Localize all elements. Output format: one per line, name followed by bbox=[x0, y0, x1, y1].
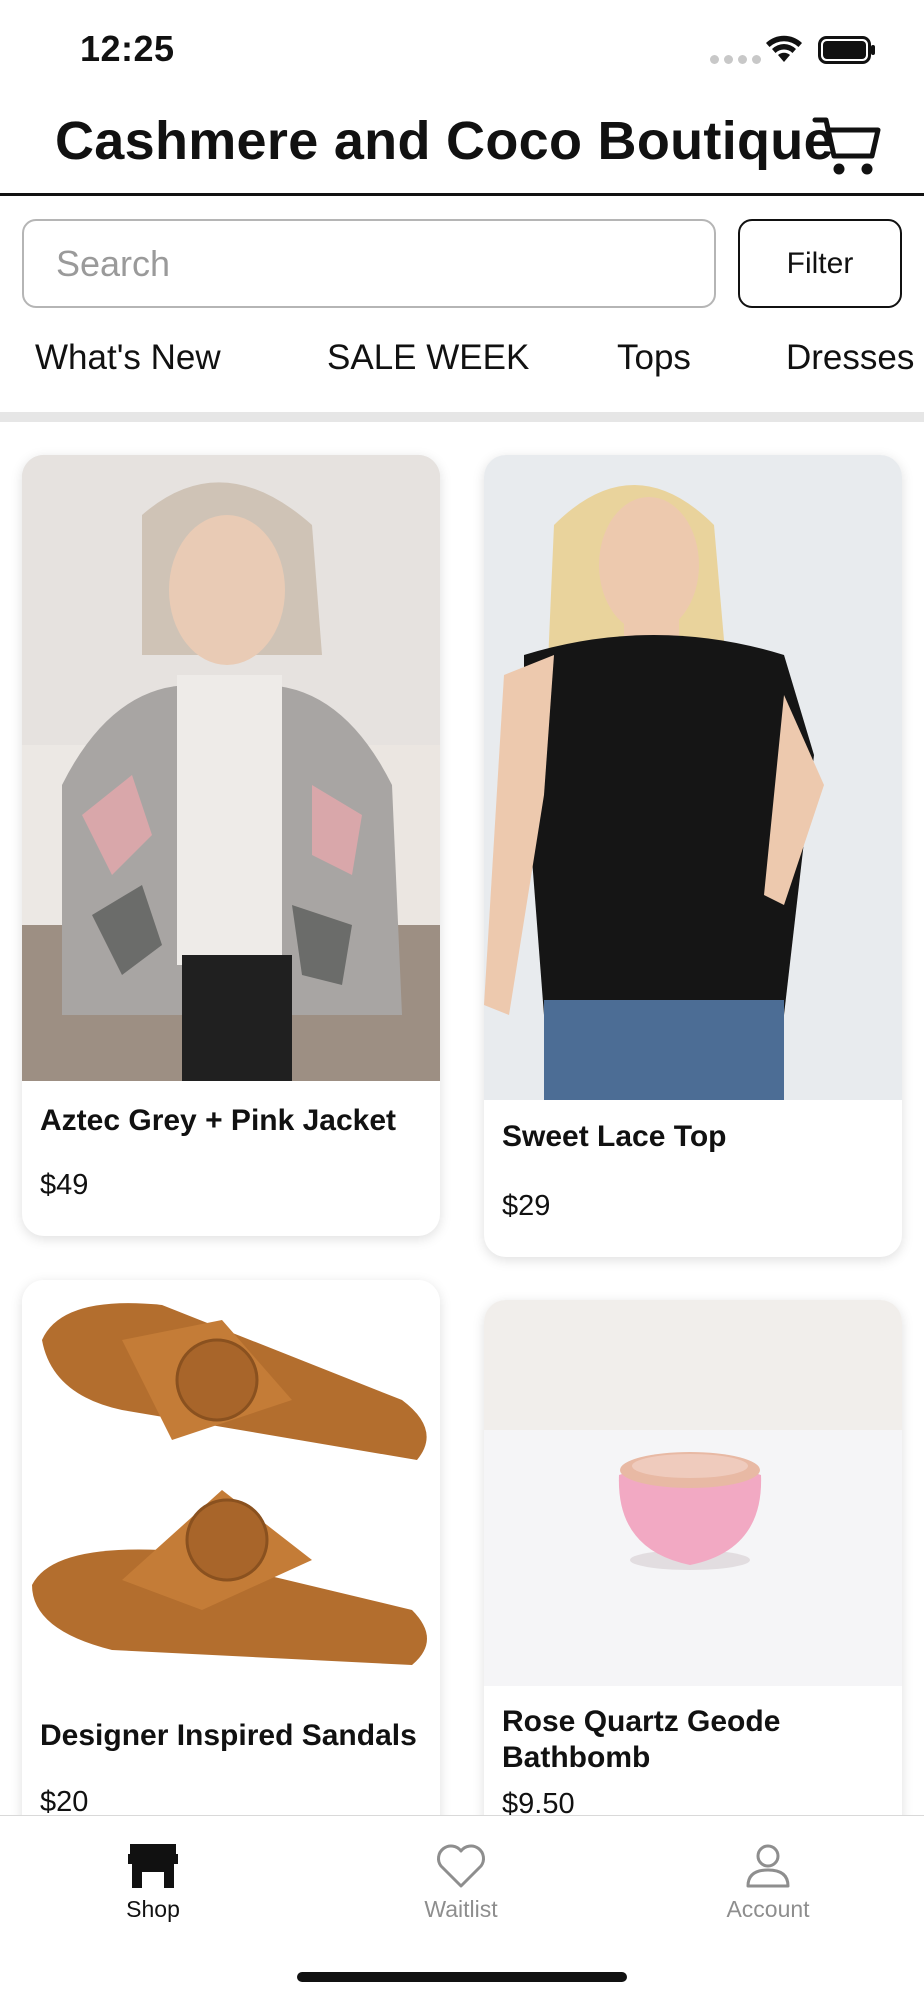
status-time: 12:25 bbox=[80, 28, 175, 69]
product-image bbox=[484, 455, 902, 1100]
heart-icon bbox=[437, 1844, 485, 1888]
product-name: Sweet Lace Top bbox=[502, 1120, 727, 1153]
product-card[interactable]: Sweet Lace Top $29 bbox=[484, 455, 902, 1257]
battery-icon bbox=[818, 36, 875, 64]
tab-label: Shop bbox=[126, 1896, 180, 1922]
category-tabs: What's New SALE WEEK Tops Dresses bbox=[0, 330, 924, 390]
app-header: Cashmere and Coco Boutique bbox=[0, 100, 924, 196]
home-indicator bbox=[297, 1972, 627, 1982]
product-price: $49 bbox=[40, 1169, 89, 1201]
tab-whats-new[interactable]: What's New bbox=[35, 338, 221, 378]
wifi-icon bbox=[766, 35, 802, 62]
tab-tops[interactable]: Tops bbox=[617, 338, 691, 378]
cellular-signal-icon bbox=[710, 55, 761, 64]
product-name: Rose Quartz Geode Bathbomb bbox=[502, 1705, 781, 1774]
status-bar: 12:25 bbox=[0, 0, 924, 100]
tab-waitlist[interactable]: Waitlist bbox=[386, 1842, 536, 1923]
store-icon bbox=[128, 1844, 178, 1888]
product-card[interactable]: Rose Quartz Geode Bathbomb $9.50 bbox=[484, 1300, 902, 1880]
product-image bbox=[484, 1300, 902, 1686]
tab-account[interactable]: Account bbox=[693, 1842, 843, 1923]
filter-button[interactable]: Filter bbox=[738, 219, 902, 308]
product-name: Aztec Grey + Pink Jacket bbox=[40, 1104, 397, 1137]
divider bbox=[0, 412, 924, 422]
cart-icon[interactable] bbox=[812, 112, 882, 180]
tab-label: Waitlist bbox=[424, 1896, 498, 1922]
search-input[interactable] bbox=[22, 219, 716, 308]
person-icon bbox=[746, 1844, 790, 1888]
tab-shop[interactable]: Shop bbox=[78, 1842, 228, 1923]
page-title: Cashmere and Coco Boutique bbox=[55, 111, 834, 171]
tab-dresses[interactable]: Dresses bbox=[786, 338, 914, 378]
tab-label: Account bbox=[726, 1896, 810, 1922]
product-image bbox=[22, 1280, 440, 1698]
product-card[interactable]: Designer Inspired Sandals $20 bbox=[22, 1280, 440, 1880]
product-name: Designer Inspired Sandals bbox=[40, 1719, 417, 1752]
tab-sale-week[interactable]: SALE WEEK bbox=[327, 338, 529, 378]
product-image bbox=[22, 455, 440, 1081]
product-card[interactable]: Aztec Grey + Pink Jacket $49 bbox=[22, 455, 440, 1236]
product-price: $29 bbox=[502, 1190, 551, 1222]
